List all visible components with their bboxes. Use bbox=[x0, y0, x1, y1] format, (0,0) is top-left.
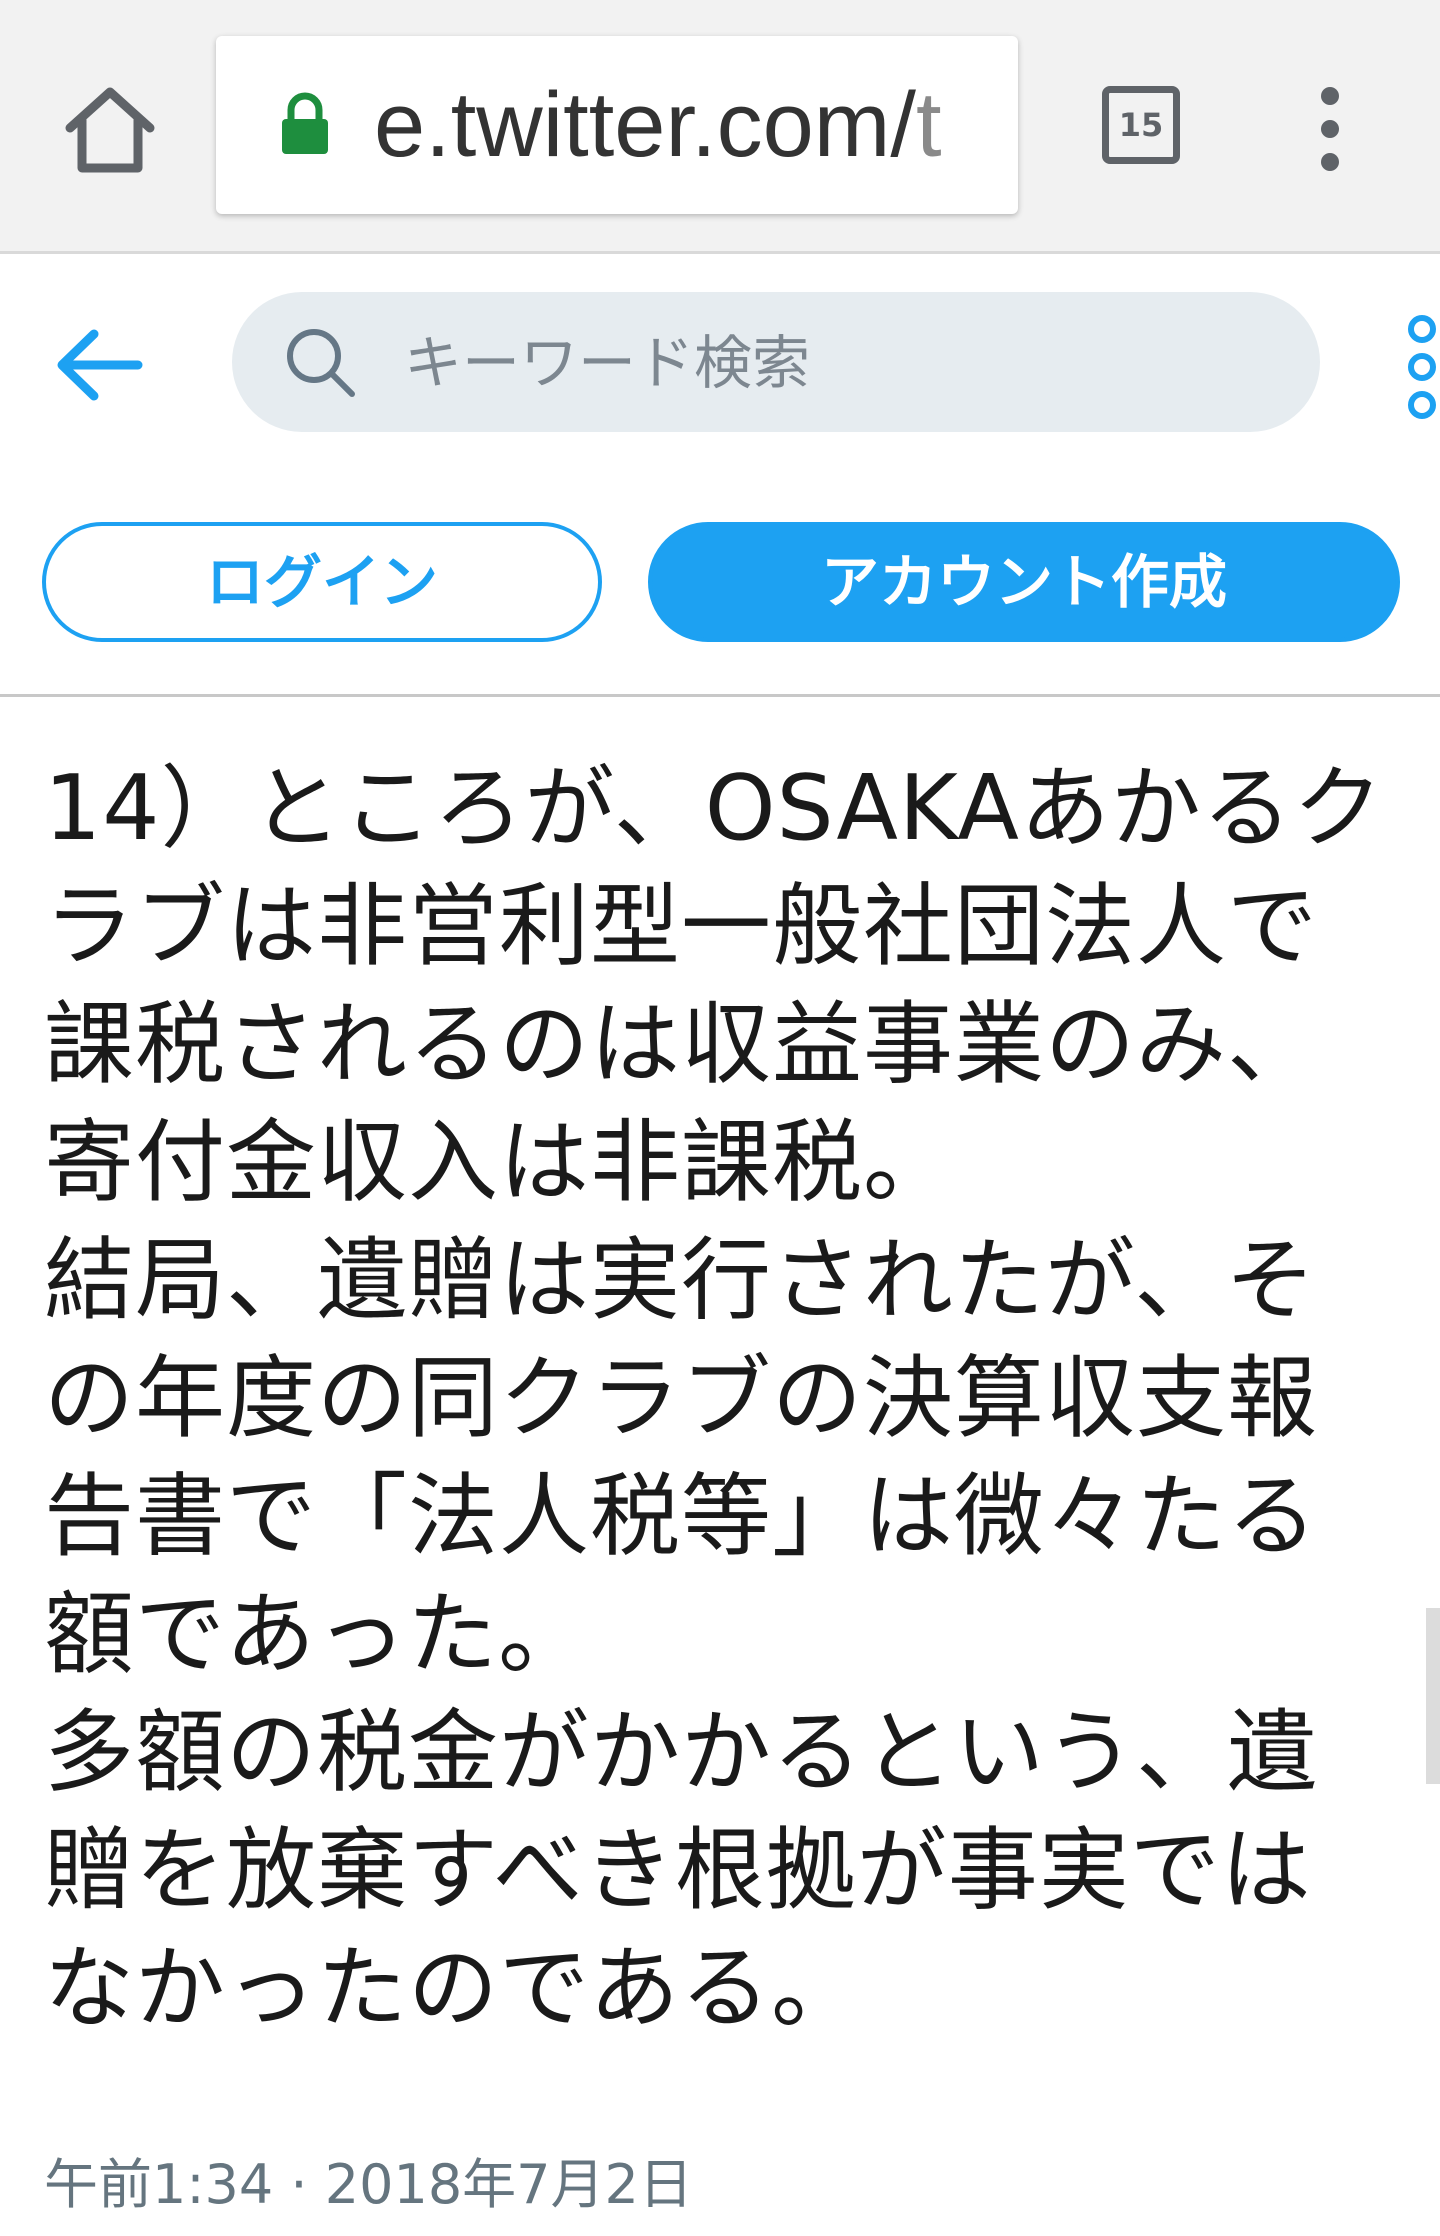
create-account-button[interactable]: アカウント作成 bbox=[648, 522, 1400, 642]
home-icon[interactable] bbox=[60, 80, 160, 180]
tweet-line: 寄付金収入は非課税。 bbox=[44, 1110, 954, 1215]
more-options-icon[interactable] bbox=[1392, 312, 1440, 422]
tweet-line: 14）ところが、OSAKAあかるク bbox=[44, 756, 1384, 861]
address-bar[interactable]: e.twitter.com/t bbox=[216, 36, 1018, 214]
tweet-line: の年度の同クラブの決算収支報 bbox=[44, 1346, 1318, 1451]
url-text[interactable]: e.twitter.com/t bbox=[374, 70, 942, 180]
tab-switcher-button[interactable]: 15 bbox=[1102, 86, 1180, 164]
tweet-line: ラブは非営利型一般社団法人で bbox=[44, 874, 1318, 979]
search-bar[interactable] bbox=[232, 292, 1320, 434]
url-host: e.twitter.com/ bbox=[374, 74, 916, 176]
tweet-line: 額であった。 bbox=[44, 1582, 590, 1687]
scrollbar-thumb[interactable] bbox=[1426, 1608, 1440, 1784]
header-divider bbox=[0, 694, 1440, 697]
tweet-text: 14）ところが、OSAKAあかるク ラブは非営利型一般社団法人で 課税されるのは… bbox=[44, 750, 1414, 2048]
tweet-line: 結局、遺贈は実行されたが、そ bbox=[44, 1228, 1317, 1333]
search-input[interactable] bbox=[402, 292, 1286, 434]
url-path: t bbox=[915, 74, 942, 176]
lock-icon bbox=[280, 92, 330, 156]
browser-menu-icon[interactable] bbox=[1310, 86, 1350, 172]
login-label: ログイン bbox=[205, 548, 438, 616]
tab-count: 15 bbox=[1118, 106, 1164, 144]
search-icon bbox=[284, 326, 358, 400]
tweet-line: 告書で「法人税等」は微々たる bbox=[44, 1464, 1318, 1569]
tweet-line: なかったのである。 bbox=[44, 1936, 863, 2041]
tweet-line: 課税されるのは収益事業のみ、 bbox=[44, 992, 1318, 1097]
tweet-timestamp[interactable]: 午前1:34 · 2018年7月2日 bbox=[44, 2140, 693, 2219]
browser-toolbar: e.twitter.com/t 15 bbox=[0, 0, 1440, 254]
tweet-line: 贈を放棄すべき根拠が事実では bbox=[44, 1818, 1312, 1923]
tweet-line: 多額の税金がかかるという、遺 bbox=[44, 1700, 1318, 1805]
login-button[interactable]: ログイン bbox=[42, 522, 602, 642]
back-arrow-icon[interactable] bbox=[50, 320, 150, 410]
create-account-label: アカウント作成 bbox=[820, 548, 1227, 616]
